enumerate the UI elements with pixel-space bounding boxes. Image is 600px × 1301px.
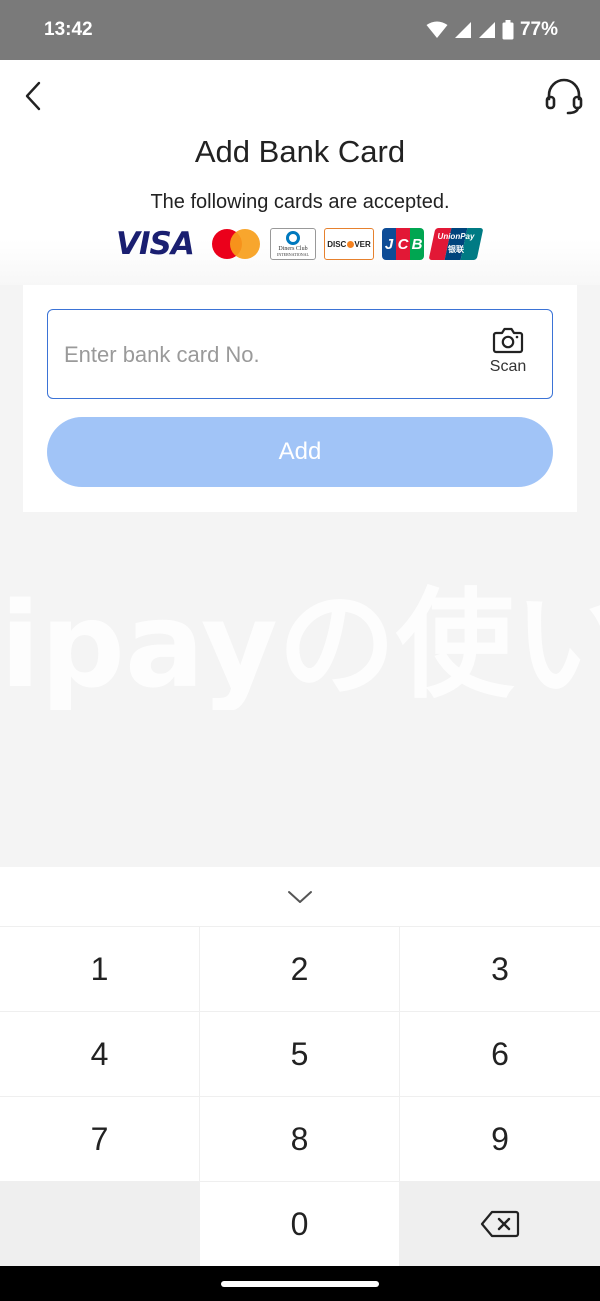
chevron-down-icon xyxy=(288,890,312,903)
signal-icon-2 xyxy=(478,21,496,39)
numeric-keypad: 1 2 3 4 5 6 7 8 9 0 xyxy=(0,926,600,1266)
system-navigation-bar xyxy=(0,1266,600,1301)
keyboard-collapse-button[interactable] xyxy=(0,867,600,926)
jcb-logo: J C B xyxy=(382,228,424,260)
backspace-icon xyxy=(480,1210,520,1238)
key-3[interactable]: 3 xyxy=(400,927,600,1011)
accepted-card-logos: VISA Diners Club INTERNATIONAL DISC VER J… xyxy=(116,226,484,262)
card-number-field[interactable]: Scan xyxy=(47,309,553,399)
add-card-button[interactable]: Add xyxy=(47,417,553,487)
key-6[interactable]: 6 xyxy=(400,1012,600,1096)
scan-label: Scan xyxy=(489,358,527,375)
add-bank-card-screen: 13:42 77% Add Bank Card The following ca… xyxy=(0,0,600,1301)
back-button[interactable] xyxy=(18,78,48,114)
card-number-input[interactable] xyxy=(64,332,464,378)
wifi-icon xyxy=(426,21,448,39)
status-icons: 77% xyxy=(426,19,558,41)
key-empty xyxy=(0,1182,199,1266)
key-1[interactable]: 1 xyxy=(0,927,199,1011)
key-0[interactable]: 0 xyxy=(200,1182,399,1266)
unionpay-logo: UnionPay 银联 xyxy=(428,228,484,260)
status-bar: 13:42 77% xyxy=(0,0,600,60)
battery-percent: 77% xyxy=(519,19,558,40)
key-7[interactable]: 7 xyxy=(0,1097,199,1181)
customer-support-button[interactable] xyxy=(542,76,586,116)
accepted-cards-text: The following cards are accepted. xyxy=(150,191,450,213)
key-4[interactable]: 4 xyxy=(0,1012,199,1096)
add-card-form: Scan Add xyxy=(23,285,577,512)
key-2[interactable]: 2 xyxy=(200,927,399,1011)
discover-logo: DISC VER xyxy=(324,228,374,260)
key-5[interactable]: 5 xyxy=(200,1012,399,1096)
mastercard-logo xyxy=(212,227,262,261)
home-indicator[interactable] xyxy=(221,1280,379,1287)
signal-icon xyxy=(454,21,472,39)
chevron-left-icon xyxy=(25,81,41,111)
page-title: Add Bank Card xyxy=(194,134,406,169)
header: Add Bank Card The following cards are ac… xyxy=(0,60,600,285)
key-9[interactable]: 9 xyxy=(400,1097,600,1181)
backspace-key[interactable] xyxy=(400,1182,600,1266)
diners-club-logo: Diners Club INTERNATIONAL xyxy=(270,228,316,260)
watermark-text: ipayの使い xyxy=(0,580,600,710)
camera-icon xyxy=(492,327,524,354)
scan-card-button[interactable]: Scan xyxy=(480,326,536,386)
headset-icon xyxy=(545,78,583,115)
battery-icon xyxy=(502,20,514,40)
key-8[interactable]: 8 xyxy=(200,1097,399,1181)
visa-logo: VISA xyxy=(116,226,195,262)
status-time: 13:42 xyxy=(44,19,93,40)
